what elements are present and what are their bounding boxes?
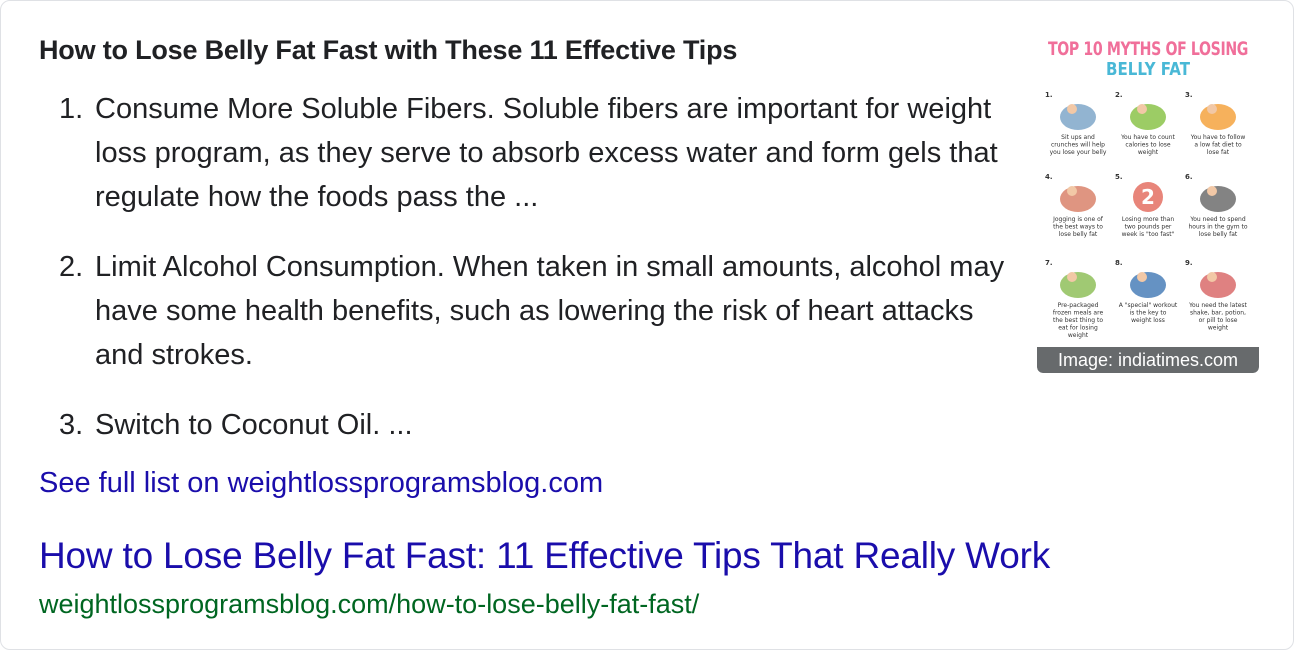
cell-number: 9. [1185,259,1193,267]
snippet-heading: How to Lose Belly Fat Fast with These 11… [39,35,738,65]
list-item: 2. Limit Alcohol Consumption. When taken… [39,245,1029,377]
cell-caption-line: lose belly fat [1059,231,1098,238]
cell-caption-line: is the key to [1130,310,1167,317]
illustration [1200,272,1236,298]
cell-caption-line: weight loss [1131,317,1165,324]
infographic-cell: 6. You need to spendhours in the gym tolo… [1185,173,1248,238]
cell-caption-line: shake, bar, potion, [1190,310,1246,317]
result-url: weightlossprogramsblog.com/how-to-lose-b… [39,589,700,619]
list-item-number: 2. [59,251,84,283]
cell-number: 4. [1045,173,1053,181]
see-full-list-link[interactable]: See full list on weightlossprogramsblog.… [39,467,603,500]
cell-caption-line: A "special" workout [1119,302,1178,309]
illustration-detail [1137,104,1147,114]
illustration-detail [1067,272,1077,282]
cell-caption-line: you lose your belly [1050,149,1107,156]
cell-caption-line: two pounds per [1125,224,1172,231]
cell-caption-line: Sit ups and [1061,134,1095,141]
list-item-text: Switch to Coconut Oil. ... [95,409,413,441]
illustration [1130,104,1166,130]
illustration-detail [1207,272,1217,282]
cell-caption-line: eat for losing [1058,325,1098,332]
illustration [1130,272,1166,298]
list-item-number: 3. [59,409,84,441]
cell-caption-line: the best thing to [1053,317,1103,324]
illustration-detail [1067,104,1077,114]
illustration [1060,104,1096,130]
cell-caption-line: weight [1138,149,1159,156]
cell-caption-line: lose fat [1207,149,1230,156]
list-item: 3. Switch to Coconut Oil. ... [39,403,1029,447]
cell-caption-line: crunches will help [1051,142,1105,149]
tips-list: 1. Consume More Soluble Fibers. Soluble … [39,87,1029,473]
illustration-detail [1207,104,1217,114]
infographic-cell: 5. 2 Losing more thantwo pounds perweek is… [1115,173,1175,238]
infographic: TOP 10 MYTHS OF LOSING BELLY FAT 1. Sit u… [1045,38,1249,339]
cell-caption-line: a low fat diet to [1194,142,1242,149]
cell-caption-line: lose belly fat [1199,231,1238,238]
illustration-detail [1207,186,1217,196]
infographic-cell: 4. Jogging is one ofthe best ways tolose … [1045,173,1104,238]
infographic-cell: 3. You have to followa low fat diet tolos… [1185,91,1245,156]
cell-caption-line: You need the latest [1188,302,1247,309]
cell-caption-line: hours in the gym to [1188,224,1247,231]
illustration [1200,186,1236,212]
cell-caption-line: Jogging is one of [1052,216,1104,223]
cell-caption-line: the best ways to [1053,224,1103,231]
cell-caption-line: You need to spend [1189,216,1246,223]
cell-number: 2. [1115,91,1123,99]
infographic-cells: 1. Sit ups andcrunches will helpyou lose … [1045,91,1248,339]
cell-number: 6. [1185,173,1193,181]
infographic-cell: 9. You need the latestshake, bar, potion,… [1185,259,1248,332]
cell-number: 5. [1115,173,1123,181]
cell-caption-line: weight [1208,325,1229,332]
list-item: 1. Consume More Soluble Fibers. Soluble … [39,87,1029,219]
cell-caption-line: or pill to lose [1199,317,1238,324]
cell-number: 3. [1185,91,1193,99]
infographic-title-line-2: BELLY FAT [1106,59,1191,80]
cell-caption-line: calories to lose [1125,142,1171,149]
image-source-caption: Image: indiatimes.com [1037,347,1259,373]
infographic-cell: 8. A "special" workoutis the key toweight… [1115,259,1178,324]
illustration [1060,186,1096,212]
thumbnail-image[interactable]: TOP 10 MYTHS OF LOSING BELLY FAT 1. Sit u… [1037,29,1259,373]
infographic-title-line-1: TOP 10 MYTHS OF LOSING [1048,38,1248,60]
cell-caption-line: weight [1068,332,1089,339]
cell-caption-line: frozen meals are [1053,310,1104,317]
list-item-text: Limit Alcohol Consumption. When taken in… [95,251,1005,371]
illustration-detail [1137,272,1147,282]
infographic-cell: 1. Sit ups andcrunches will helpyou lose … [1045,91,1107,156]
cell-caption-line: You have to follow [1190,134,1246,141]
cell-caption-line: week is "too fast" [1122,231,1175,238]
cell-number: 1. [1045,91,1053,99]
result-title-link[interactable]: How to Lose Belly Fat Fast: 11 Effective… [39,535,1050,577]
illustration [1060,272,1096,298]
badge-number: 2 [1141,185,1155,209]
infographic-cell: 7. Pre-packagedfrozen meals arethe best t… [1045,259,1103,339]
illustration [1200,104,1236,130]
cell-caption-line: Losing more than [1122,216,1175,223]
illustration-detail [1067,186,1077,196]
cell-number: 7. [1045,259,1053,267]
featured-snippet-card: How to Lose Belly Fat Fast with These 11… [0,0,1294,650]
list-item-text: Consume More Soluble Fibers. Soluble fib… [95,93,998,213]
cell-caption-line: You have to count [1120,134,1175,141]
cell-number: 8. [1115,259,1123,267]
list-item-number: 1. [59,93,84,125]
cell-caption-line: Pre-packaged [1058,302,1099,309]
infographic-cell: 2. You have to countcalories to loseweigh… [1115,91,1176,156]
